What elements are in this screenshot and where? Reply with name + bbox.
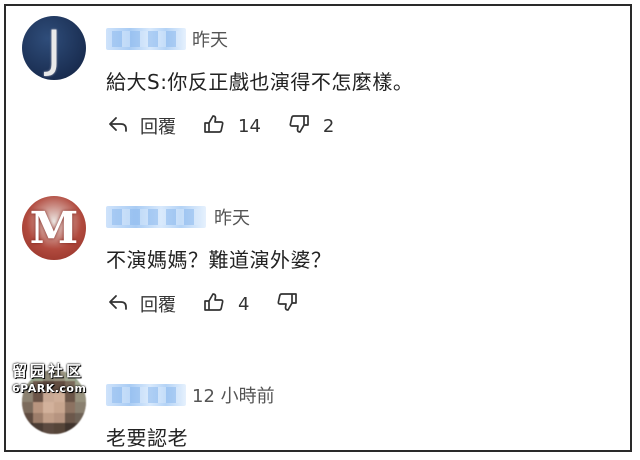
reply-arrow-icon (106, 290, 130, 318)
comment-time: 昨天 (214, 208, 250, 229)
site-watermark: 留园社区 6PARK.com (12, 360, 98, 395)
like-count: 4 (238, 293, 250, 315)
comment-actions: 回覆 4 (106, 290, 325, 318)
dislike-button[interactable]: 2 (287, 112, 334, 140)
comment-time: 昨天 (192, 30, 228, 51)
reply-label: 回覆 (140, 117, 176, 138)
comment-text: 不演媽媽？難道演外婆？ (106, 248, 332, 272)
thumbs-up-icon (202, 290, 226, 318)
comment-actions: 回覆 14 2 (106, 112, 360, 140)
avatar-letter: J (46, 20, 62, 78)
watermark-english: 6PARK.com (12, 382, 87, 395)
thumbs-up-icon (202, 112, 226, 140)
like-button[interactable]: 14 (202, 112, 261, 140)
thumbs-down-icon (275, 290, 299, 318)
avatar[interactable]: M (22, 196, 86, 260)
username-redacted (106, 206, 206, 228)
dislike-button[interactable] (275, 290, 299, 318)
like-button[interactable]: 4 (202, 290, 249, 318)
reply-arrow-icon (106, 112, 130, 140)
reply-button[interactable]: 回覆 (106, 290, 176, 318)
dislike-count: 2 (322, 115, 335, 137)
thumbs-down-icon (287, 112, 311, 140)
comments-panel: J 昨天 給大S:你反正戲也演得不怎麼樣。 回覆 14 2 M 昨天 不演媽媽？… (4, 4, 632, 452)
reply-label: 回覆 (140, 295, 176, 316)
comment-time: 12 小時前 (192, 386, 275, 407)
avatar[interactable]: J (22, 16, 86, 80)
comment-text: 給大S:你反正戲也演得不怎麼樣。 (106, 70, 414, 94)
username-redacted (106, 384, 186, 406)
username-redacted (106, 28, 186, 50)
reply-button[interactable]: 回覆 (106, 112, 176, 140)
avatar-letter: M (29, 203, 79, 254)
like-count: 14 (238, 115, 261, 137)
comment-text: 老要認老 (106, 426, 188, 450)
watermark-chinese: 留园社区 (12, 362, 85, 380)
